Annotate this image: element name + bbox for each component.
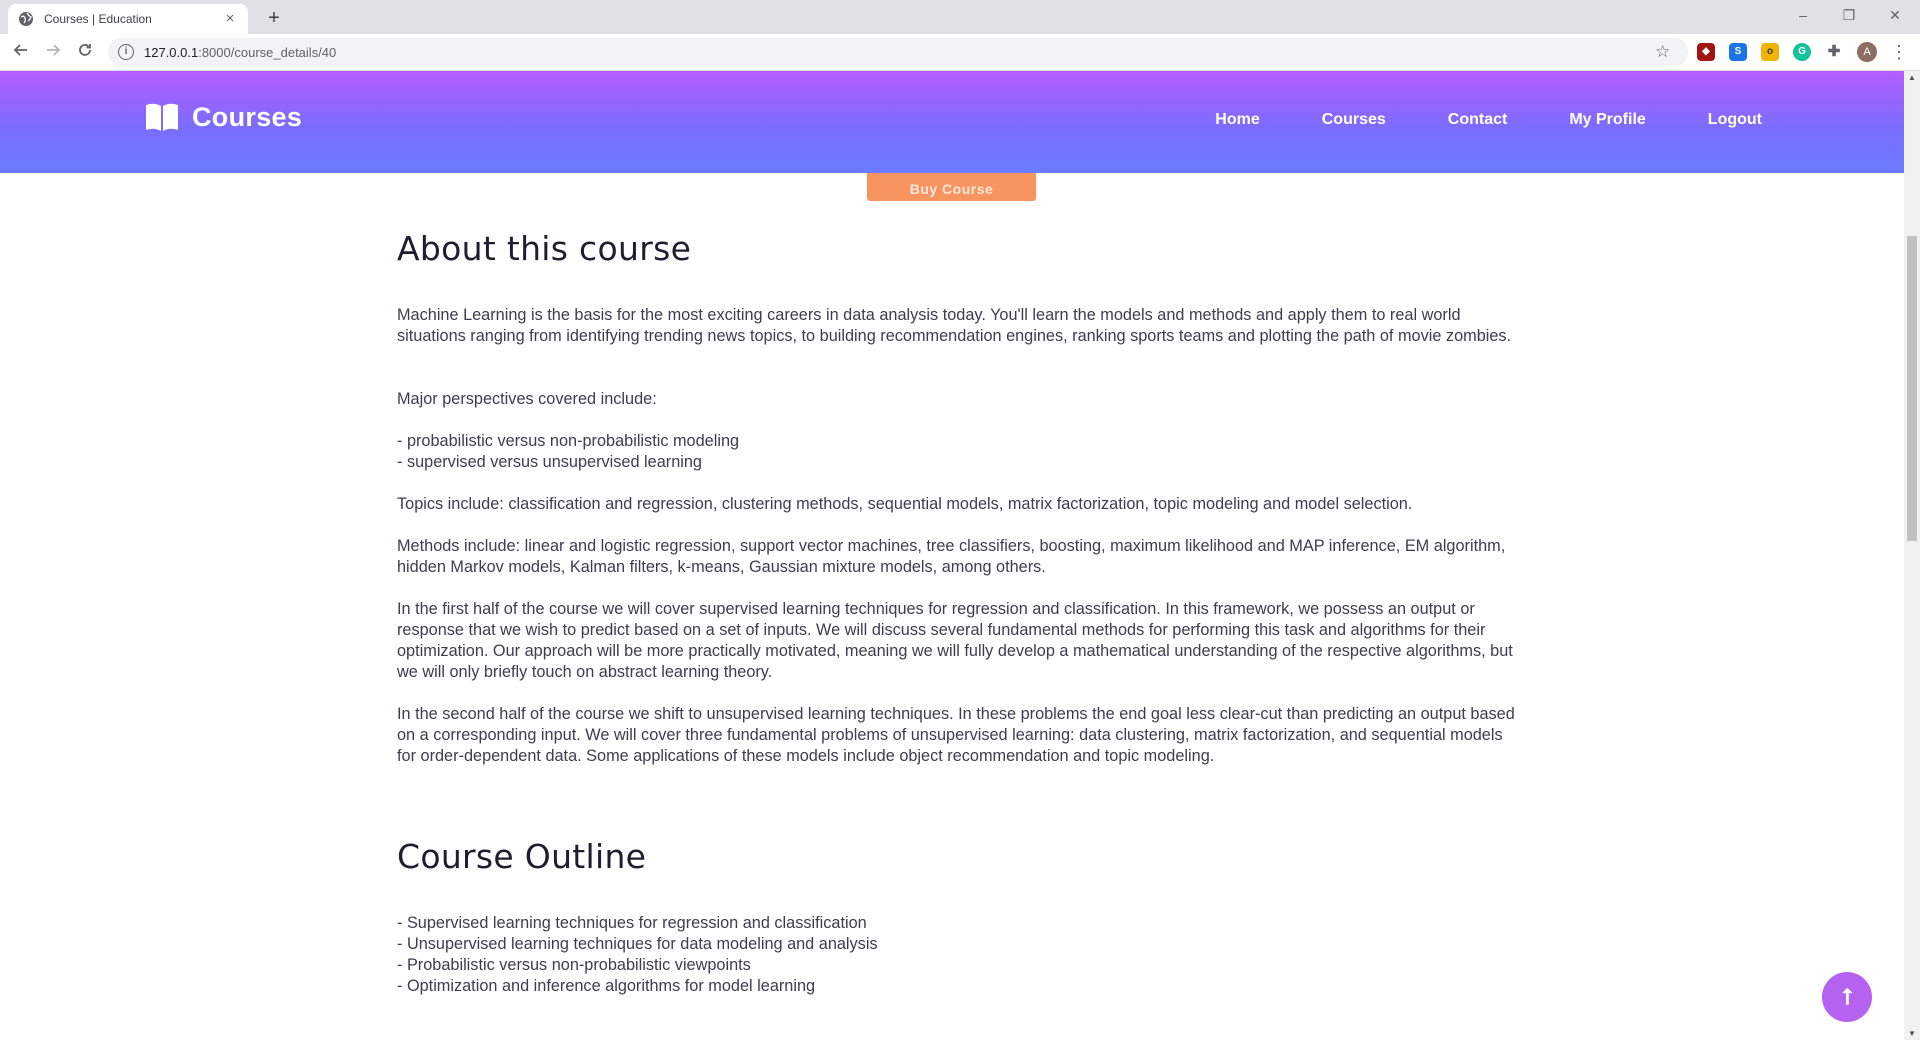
back-arrow-icon[interactable] [8,40,34,66]
globe-icon [18,11,34,27]
address-bar[interactable]: i 127.0.0.1:8000/course_details/40 [108,38,1688,66]
scroll-down-arrow-icon[interactable]: ▼ [1908,1029,1916,1038]
profile-avatar[interactable]: A [1857,42,1877,62]
extensions-puzzle-icon[interactable]: ✚ [1825,43,1843,61]
ublock-extension-icon[interactable]: ◆ [1697,43,1715,61]
main-nav: Home Courses Contact My Profile Logout [1153,111,1762,129]
forward-arrow-icon[interactable] [40,40,66,66]
browser-menu-icon[interactable]: ⋮ [1890,40,1908,64]
about-paragraph: Topics include: classification and regre… [397,495,1413,513]
nav-logout-link[interactable]: Logout [1708,111,1762,129]
site-header: Courses Home Courses Contact My Profile … [0,71,1904,173]
brand-logo[interactable]: Courses [144,101,302,133]
course-outline-list: - Supervised learning techniques for reg… [397,914,878,995]
new-tab-button[interactable]: + [262,7,286,31]
about-paragraph: In the first half of the course we will … [397,600,1513,681]
s-extension-icon[interactable]: S [1729,43,1747,61]
browser-tab-bar: Courses | Education × + – ❐ ✕ [0,0,1920,34]
reload-icon[interactable] [72,40,98,66]
about-paragraph: Methods include: linear and logistic reg… [397,537,1506,576]
close-window-button[interactable]: ✕ [1872,0,1918,30]
brand-name: Courses [192,101,303,132]
site-info-icon[interactable]: i [118,44,134,60]
about-paragraph: Machine Learning is the basis for the mo… [397,306,1512,345]
scroll-to-top-button[interactable]: ⭡ [1822,972,1872,1022]
course-outline-heading: Course Outline [397,837,647,876]
restore-button[interactable]: ❐ [1826,0,1872,30]
nav-courses-link[interactable]: Courses [1322,111,1386,129]
off-extension-icon[interactable]: o [1761,43,1779,61]
nav-contact-link[interactable]: Contact [1448,111,1508,129]
about-paragraph: Major perspectives covered include: [397,390,657,408]
book-icon [146,103,178,131]
page-viewport: Courses Home Courses Contact My Profile … [0,71,1904,1040]
scroll-up-arrow-icon[interactable]: ▲ [1908,73,1916,82]
about-paragraph: In the second half of the course we shif… [397,705,1515,765]
browser-tab[interactable]: Courses | Education × [8,4,248,34]
about-heading: About this course [397,229,692,268]
minimize-button[interactable]: – [1780,0,1826,30]
nav-my-profile-link[interactable]: My Profile [1569,111,1645,129]
arrow-up-icon: ⭡ [1841,984,1853,1009]
grammarly-extension-icon[interactable]: G [1793,43,1811,61]
page-scrollbar[interactable]: ▲ ▼ [1904,71,1920,1040]
bookmark-star-icon[interactable]: ☆ [1655,42,1670,62]
scrollbar-thumb[interactable] [1907,236,1917,541]
nav-home-link[interactable]: Home [1215,111,1259,129]
perspectives-list: - probabilistic versus non-probabilistic… [397,432,740,471]
tab-title: Courses | Education [44,12,152,26]
url-text: 127.0.0.1:8000/course_details/40 [144,44,337,60]
tab-close-icon[interactable]: × [222,11,238,27]
browser-toolbar: i 127.0.0.1:8000/course_details/40 ☆ ◆ S… [0,34,1920,71]
